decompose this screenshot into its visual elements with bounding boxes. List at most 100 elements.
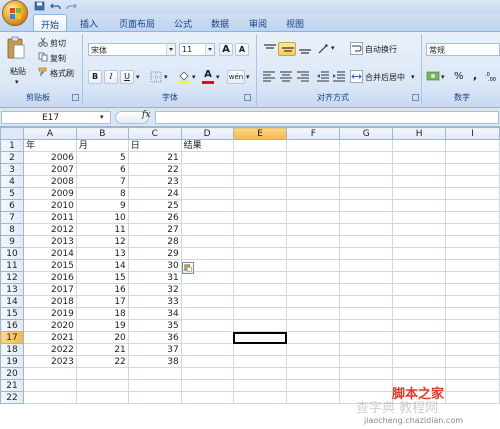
cell-i14[interactable]	[445, 295, 500, 308]
cell-b10[interactable]: 13	[75, 247, 129, 260]
cell-e13[interactable]	[232, 283, 288, 296]
border-icon[interactable]	[150, 71, 162, 83]
cell-f10[interactable]	[286, 247, 341, 260]
cell-d8[interactable]	[180, 223, 234, 236]
cell-c12[interactable]: 31	[127, 271, 182, 284]
cell-e11[interactable]	[232, 259, 288, 272]
row-header[interactable]: 11	[0, 259, 24, 272]
row-header[interactable]: 20	[0, 367, 24, 380]
row-header[interactable]: 8	[0, 223, 24, 236]
chevron-down-icon[interactable]: ▾	[441, 73, 445, 81]
cell-h1[interactable]	[392, 139, 447, 152]
cell-f22[interactable]	[286, 391, 341, 404]
row-header[interactable]: 16	[0, 319, 24, 332]
font-name-combo[interactable]: 宋体	[88, 43, 176, 56]
wrap-text-icon[interactable]	[350, 42, 363, 55]
cell-e22[interactable]	[232, 391, 288, 404]
cell-b4[interactable]: 7	[75, 175, 129, 188]
copy-button[interactable]: 复制	[50, 53, 66, 64]
paste-dropdown-icon[interactable]: ▾	[15, 78, 19, 86]
cell-b3[interactable]: 6	[75, 163, 129, 176]
cell-i15[interactable]	[445, 307, 500, 320]
cell-h19[interactable]	[392, 355, 447, 368]
cell-d10[interactable]	[180, 247, 234, 260]
alignment-dialog-launcher[interactable]	[412, 94, 419, 101]
row-header[interactable]: 10	[0, 247, 24, 260]
cell-f1[interactable]	[286, 139, 341, 152]
cell-a10[interactable]: 2014	[22, 247, 77, 260]
cell-h9[interactable]	[392, 235, 447, 248]
cell-i5[interactable]	[445, 187, 500, 200]
cell-a7[interactable]: 2011	[22, 211, 77, 224]
format-painter-icon[interactable]	[38, 67, 48, 77]
cell-h10[interactable]	[392, 247, 447, 260]
cell-i16[interactable]	[445, 319, 500, 332]
chevron-down-icon[interactable]: ▾	[100, 113, 104, 121]
cell-b5[interactable]: 8	[75, 187, 129, 200]
row-header[interactable]: 5	[0, 187, 24, 200]
cell-c8[interactable]: 27	[127, 223, 182, 236]
select-all-corner[interactable]	[0, 127, 24, 140]
cell-f7[interactable]	[286, 211, 341, 224]
cell-f13[interactable]	[286, 283, 341, 296]
cell-b1[interactable]: 月	[75, 139, 129, 152]
cell-g14[interactable]	[339, 295, 394, 308]
cell-f19[interactable]	[286, 355, 341, 368]
cell-c2[interactable]: 21	[127, 151, 182, 164]
cell-f5[interactable]	[286, 187, 341, 200]
cell-c9[interactable]: 28	[127, 235, 182, 248]
row-header[interactable]: 2	[0, 151, 24, 164]
row-header[interactable]: 13	[0, 283, 24, 296]
cell-g18[interactable]	[339, 343, 394, 356]
tab-home[interactable]: 开始	[33, 14, 67, 31]
cell-i7[interactable]	[445, 211, 500, 224]
cell-i13[interactable]	[445, 283, 500, 296]
chevron-down-icon[interactable]: ▾	[246, 73, 250, 81]
row-header[interactable]: 18	[0, 343, 24, 356]
phonetic-button[interactable]: wén	[227, 70, 245, 84]
cell-g4[interactable]	[339, 175, 394, 188]
cell-f9[interactable]	[286, 235, 341, 248]
format-painter-button[interactable]: 格式刷	[50, 68, 74, 79]
chevron-down-icon[interactable]: ▾	[331, 44, 335, 52]
column-header-d[interactable]: D	[180, 127, 234, 140]
cell-i12[interactable]	[445, 271, 500, 284]
cell-a20[interactable]	[22, 367, 77, 380]
paste-options-icon[interactable]	[182, 262, 194, 274]
cell-d22[interactable]	[180, 391, 234, 404]
cell-a2[interactable]: 2006	[22, 151, 77, 164]
save-icon[interactable]	[34, 1, 45, 11]
cell-e12[interactable]	[232, 271, 288, 284]
shrink-font-button[interactable]: A	[235, 43, 249, 56]
cell-d16[interactable]	[180, 319, 234, 332]
cell-g6[interactable]	[339, 199, 394, 212]
cell-f2[interactable]	[286, 151, 341, 164]
cell-a18[interactable]: 2022	[22, 343, 77, 356]
cell-h18[interactable]	[392, 343, 447, 356]
cell-e4[interactable]	[232, 175, 288, 188]
underline-button[interactable]: U	[120, 70, 134, 84]
cell-h2[interactable]	[392, 151, 447, 164]
cell-d15[interactable]	[180, 307, 234, 320]
cell-g17[interactable]	[339, 331, 394, 344]
cell-d1[interactable]: 结果	[180, 139, 234, 152]
cell-i20[interactable]	[445, 367, 500, 380]
cell-i9[interactable]	[445, 235, 500, 248]
cell-h14[interactable]	[392, 295, 447, 308]
cell-f15[interactable]	[286, 307, 341, 320]
cell-e6[interactable]	[232, 199, 288, 212]
row-header[interactable]: 15	[0, 307, 24, 320]
cell-d18[interactable]	[180, 343, 234, 356]
font-dialog-launcher[interactable]	[244, 94, 251, 101]
comma-button[interactable]: ,	[473, 69, 477, 82]
cell-a12[interactable]: 2016	[22, 271, 77, 284]
cell-h3[interactable]	[392, 163, 447, 176]
cell-h12[interactable]	[392, 271, 447, 284]
cell-c7[interactable]: 26	[127, 211, 182, 224]
cell-f11[interactable]	[286, 259, 341, 272]
cell-e20[interactable]	[232, 367, 288, 380]
bold-button[interactable]: B	[88, 70, 102, 84]
cell-a19[interactable]: 2023	[22, 355, 77, 368]
decrease-indent-icon[interactable]	[316, 70, 330, 82]
row-header[interactable]: 4	[0, 175, 24, 188]
